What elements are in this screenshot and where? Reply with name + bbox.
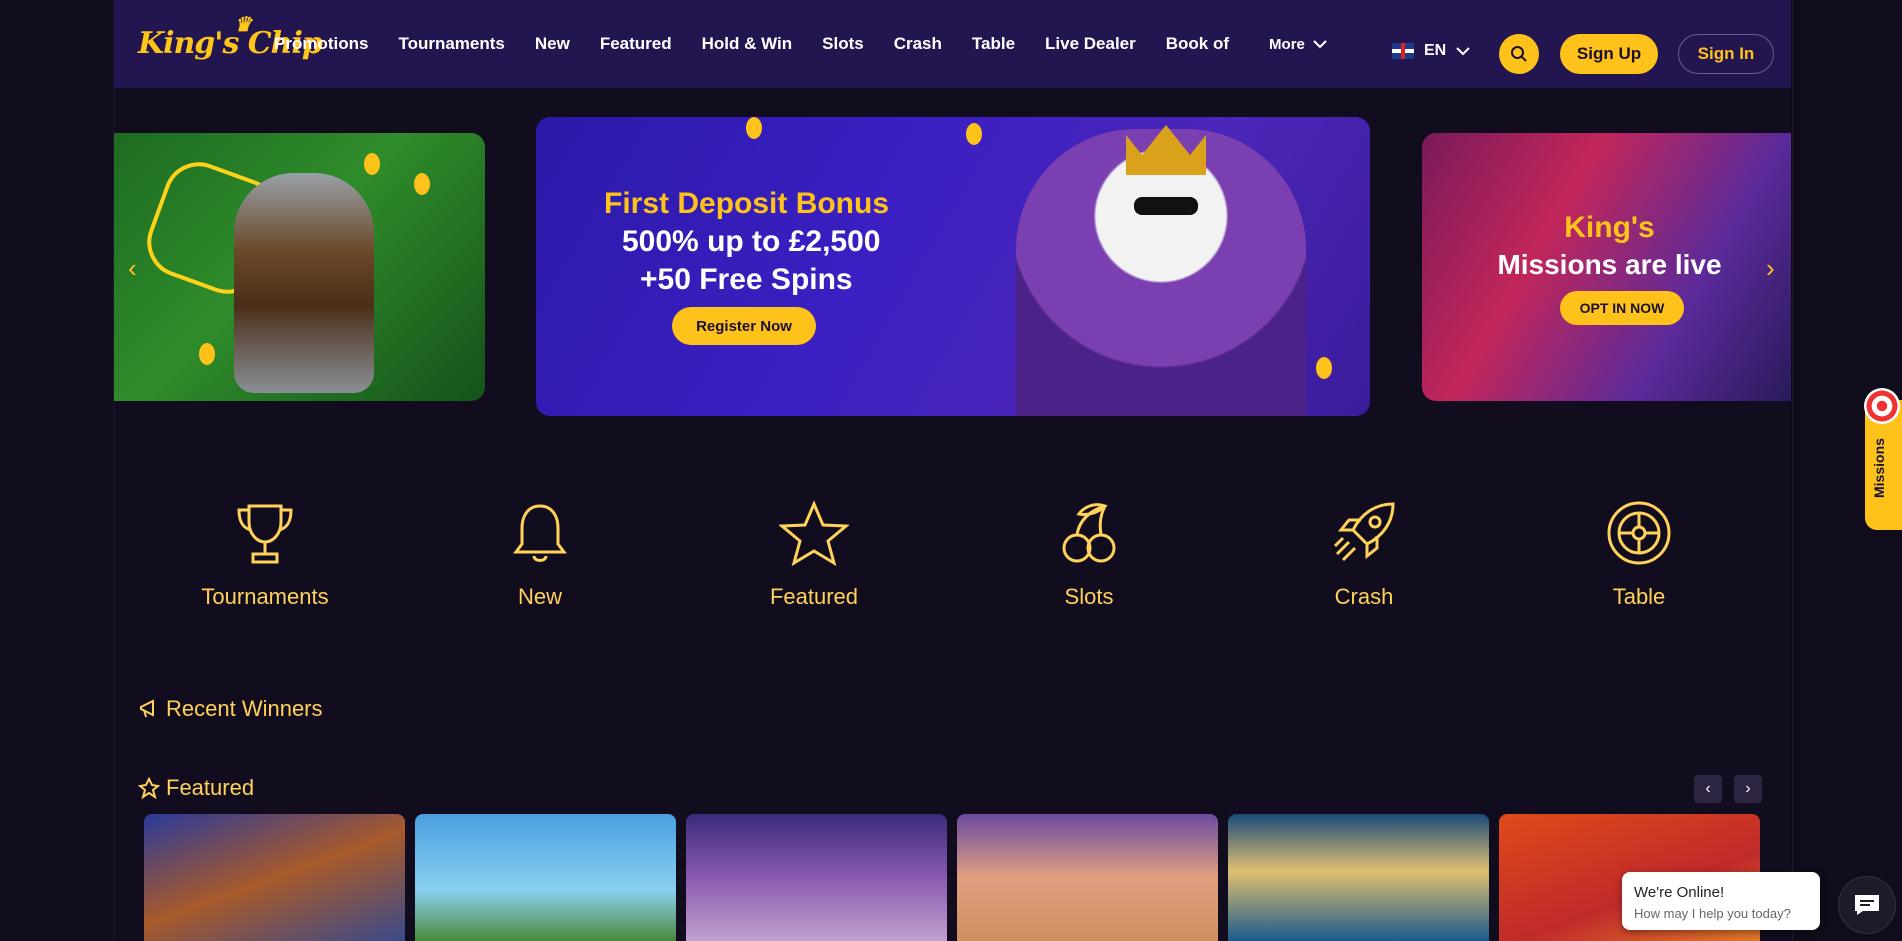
nav-item-book-of[interactable]: Book of	[1166, 34, 1229, 54]
nav-item-crash[interactable]: Crash	[894, 34, 942, 54]
left-gutter	[0, 0, 114, 941]
main-content: King's Chip ♛ Promotions Tournaments New…	[114, 0, 1791, 941]
dwarf-character-image	[234, 173, 374, 393]
nav-item-promotions[interactable]: Promotions	[274, 34, 368, 54]
chat-greeting-bubble[interactable]: We're Online! How may I help you today?	[1622, 872, 1820, 930]
promo-banner-main[interactable]: First Deposit Bonus 500% up to £2,500 +5…	[536, 117, 1370, 416]
nav-item-hold-and-win[interactable]: Hold & Win	[702, 34, 793, 54]
category-label: Featured	[769, 584, 859, 609]
game-card[interactable]	[415, 814, 676, 941]
megaphone-icon	[140, 699, 154, 718]
sign-up-button[interactable]: Sign Up	[1560, 34, 1658, 74]
language-code: EN	[1424, 42, 1447, 59]
uk-flag-icon	[1392, 43, 1414, 59]
chat-title: We're Online!	[1634, 884, 1725, 901]
category-tournaments[interactable]: Tournaments	[165, 500, 365, 610]
nav-item-tournaments[interactable]: Tournaments	[398, 34, 504, 54]
category-slots[interactable]: Slots	[989, 500, 1189, 610]
star-icon	[138, 777, 160, 799]
category-new[interactable]: New	[440, 500, 640, 610]
category-label: Slots	[1064, 584, 1114, 609]
nav-more-button[interactable]: More	[1269, 36, 1327, 53]
coin-icon	[364, 153, 380, 175]
crown-icon: ♛	[234, 12, 252, 36]
target-icon	[1864, 388, 1900, 424]
game-card[interactable]	[144, 814, 405, 941]
category-label: Crash	[1334, 584, 1394, 609]
rocket-icon	[1333, 502, 1395, 562]
trophy-icon	[237, 504, 293, 564]
bell-icon	[513, 504, 567, 562]
featured-next-button[interactable]: ›	[1734, 775, 1762, 803]
banner-bonus-line: 500% up to £2,500	[622, 225, 881, 258]
register-now-button[interactable]: Register Now	[672, 307, 816, 345]
recent-winners-heading: Recent Winners	[138, 696, 323, 722]
featured-heading: Featured	[138, 775, 254, 801]
coin-icon	[966, 123, 982, 145]
category-crash[interactable]: Crash	[1264, 500, 1464, 610]
roulette-icon	[1607, 501, 1671, 565]
nav-item-live-dealer[interactable]: Live Dealer	[1045, 34, 1136, 54]
category-label: Tournaments	[201, 584, 329, 609]
nav-item-new[interactable]: New	[535, 34, 570, 54]
chat-icon	[1855, 895, 1879, 915]
missions-tab-label: Missions	[1871, 438, 1887, 498]
featured-title: Featured	[166, 775, 255, 800]
nav-item-table[interactable]: Table	[972, 34, 1015, 54]
cherries-icon	[1062, 503, 1116, 563]
star-icon	[779, 500, 849, 566]
sunglasses-image	[1134, 197, 1198, 215]
banner-spins-line: +50 Free Spins	[640, 263, 853, 296]
coin-icon	[414, 173, 430, 195]
opt-in-now-button[interactable]: OPT IN NOW	[1560, 291, 1684, 325]
carousel-prev-arrow[interactable]: ‹	[128, 253, 137, 284]
main-nav: Promotions Tournaments New Featured Hold…	[274, 0, 1357, 88]
game-card[interactable]	[686, 814, 947, 941]
chat-launcher-button[interactable]	[1838, 876, 1896, 934]
chevron-down-icon	[1313, 40, 1327, 49]
coin-icon	[1316, 357, 1332, 379]
nav-item-featured[interactable]: Featured	[600, 34, 672, 54]
recent-winners-title: Recent Winners	[166, 696, 323, 721]
featured-prev-button[interactable]: ‹	[1694, 775, 1722, 803]
game-card[interactable]	[957, 814, 1218, 941]
chevron-down-icon	[1456, 47, 1470, 56]
carousel-next-arrow[interactable]: ›	[1766, 253, 1775, 284]
category-featured[interactable]: Featured	[714, 500, 914, 610]
nav-more-label: More	[1269, 35, 1305, 53]
promo-banner-left[interactable]: ‹	[114, 133, 485, 401]
category-label: Table	[1612, 584, 1666, 609]
game-card[interactable]	[1228, 814, 1489, 941]
coin-icon	[746, 117, 762, 139]
category-table[interactable]: Table	[1539, 500, 1739, 610]
promo-banner-right[interactable]: King's Missions are live OPT IN NOW ›	[1422, 133, 1791, 401]
search-icon	[1511, 46, 1527, 62]
language-selector[interactable]: EN	[1392, 42, 1470, 60]
sign-in-button[interactable]: Sign In	[1678, 34, 1774, 74]
search-button[interactable]	[1499, 34, 1539, 74]
category-label: New	[517, 584, 562, 609]
chat-message: How may I help you today?	[1634, 906, 1791, 921]
banner-right-subtitle: Missions are live	[1497, 249, 1722, 280]
coin-icon	[199, 343, 215, 365]
nav-item-slots[interactable]: Slots	[822, 34, 864, 54]
banner-right-title: King's	[1564, 211, 1655, 244]
banner-title: First Deposit Bonus	[604, 187, 890, 220]
top-header: King's Chip ♛ Promotions Tournaments New…	[114, 0, 1791, 88]
